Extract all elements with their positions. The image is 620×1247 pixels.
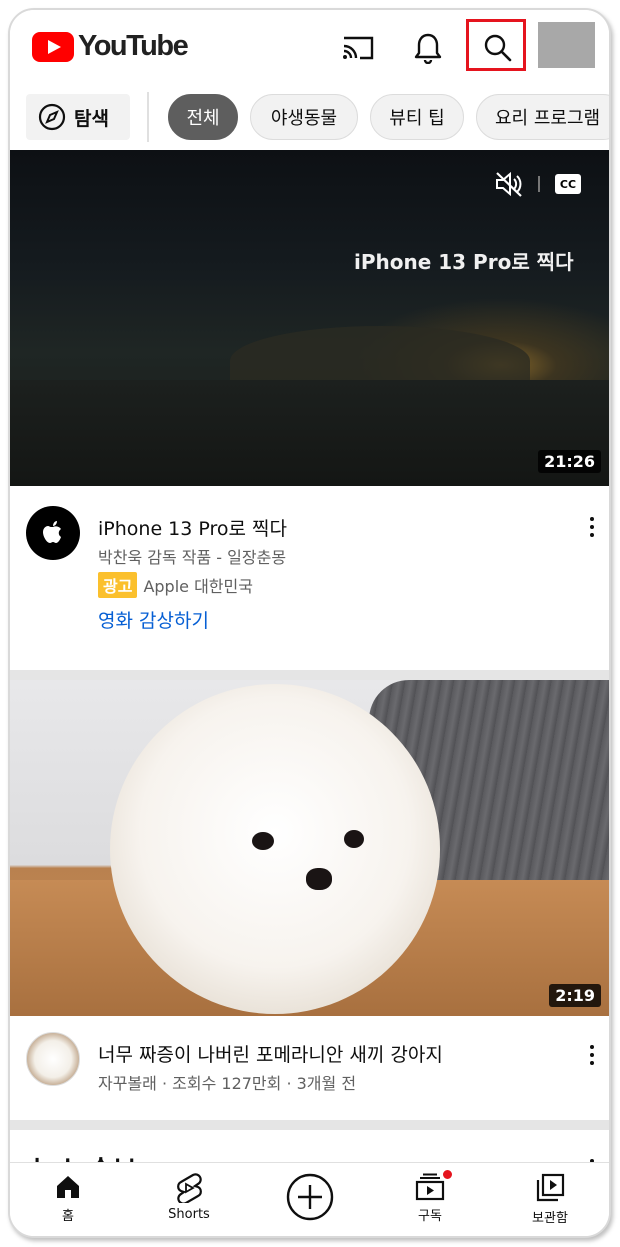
- video-title[interactable]: 너무 짜증이 나버린 포메라니안 새끼 강아지: [98, 1040, 443, 1067]
- more-options-icon[interactable]: [582, 1042, 602, 1068]
- thumbnail-overlay-title: iPhone 13 Pro로 찍다: [354, 250, 574, 274]
- account-avatar[interactable]: [538, 22, 595, 68]
- shorts-icon: [177, 1173, 202, 1203]
- subscriptions-icon: [415, 1173, 445, 1201]
- overlay-divider: [538, 176, 540, 192]
- apple-channel-avatar[interactable]: [26, 506, 80, 560]
- youtube-play-icon: [32, 31, 74, 62]
- phone-frame: YouTube 탐색 전체 야생동물 뷰티 팁 요리 프로그램 iPhone 1…: [8, 8, 611, 1238]
- video-duration: 2:19: [549, 984, 601, 1007]
- bell-icon[interactable]: [408, 28, 448, 68]
- home-icon: [57, 1176, 79, 1198]
- ad-info-line: 광고 Apple 대한민국: [98, 572, 253, 598]
- puppy-video-thumbnail[interactable]: 2:19: [10, 680, 609, 1016]
- nav-home[interactable]: 홈: [18, 1163, 118, 1236]
- ad-video-meta: iPhone 13 Pro로 찍다 박찬욱 감독 작품 - 일장춘몽 광고 App…: [10, 486, 609, 670]
- closed-captions-icon[interactable]: CC: [555, 174, 581, 194]
- puppy-eye: [252, 832, 274, 850]
- create-icon: [286, 1173, 334, 1221]
- section-divider: [10, 1120, 609, 1130]
- explore-button[interactable]: 탐색: [26, 94, 130, 140]
- ad-badge: 광고: [98, 572, 138, 598]
- apple-logo-icon: [43, 521, 61, 543]
- nav-shorts[interactable]: Shorts: [139, 1163, 239, 1236]
- nav-library-label: 보관함: [532, 1211, 568, 1226]
- video-duration: 21:26: [538, 450, 601, 473]
- video-subtitle: 박찬욱 감독 작품 - 일장춘몽: [98, 548, 287, 567]
- nav-create[interactable]: [260, 1163, 360, 1236]
- logo-text: YouTube: [78, 30, 189, 62]
- chip-divider: [147, 92, 149, 142]
- chip-wildlife[interactable]: 야생동물: [250, 94, 358, 140]
- ad-video-thumbnail[interactable]: iPhone 13 Pro로 찍다 CC 21:26: [10, 150, 609, 486]
- compass-icon: [38, 103, 66, 131]
- video-title[interactable]: iPhone 13 Pro로 찍다: [98, 514, 287, 541]
- bottom-navigation: 홈 Shorts 구독 보관함: [10, 1162, 609, 1236]
- search-icon[interactable]: [478, 28, 518, 68]
- watch-movie-link[interactable]: 영화 감상하기: [98, 606, 209, 633]
- library-icon: [536, 1173, 565, 1202]
- channel-avatar[interactable]: [26, 1032, 80, 1086]
- nav-subscriptions[interactable]: 구독: [380, 1163, 480, 1236]
- nav-home-label: 홈: [62, 1209, 74, 1224]
- chip-cooking-shows[interactable]: 요리 프로그램: [476, 94, 609, 140]
- explore-label: 탐색: [74, 107, 109, 130]
- youtube-logo[interactable]: YouTube: [32, 30, 189, 63]
- chip-all[interactable]: 전체: [168, 94, 238, 140]
- puppy-image: [110, 684, 440, 1014]
- puppy-video-meta: 너무 짜증이 나버린 포메라니안 새끼 강아지 자꾸볼래 · 조회수 127만회…: [10, 1016, 609, 1120]
- section-divider: [10, 670, 609, 680]
- nav-subscriptions-label: 구독: [418, 1209, 442, 1224]
- filter-chips-bar: 탐색 전체 야생동물 뷰티 팁 요리 프로그램: [10, 92, 609, 148]
- nav-library[interactable]: 보관함: [500, 1163, 600, 1236]
- muted-speaker-icon[interactable]: [494, 170, 524, 202]
- notification-dot: [442, 1169, 453, 1180]
- puppy-eye: [344, 830, 364, 848]
- more-options-icon[interactable]: [582, 514, 602, 540]
- thumbnail-ground: [10, 380, 609, 486]
- advertiser-name: Apple 대한민국: [143, 577, 253, 596]
- video-subtitle: 자꾸볼래 · 조회수 127만회 · 3개월 전: [98, 1074, 357, 1093]
- top-app-bar: YouTube: [10, 10, 609, 84]
- puppy-nose: [306, 868, 332, 890]
- nav-shorts-label: Shorts: [168, 1207, 210, 1222]
- cast-icon[interactable]: [338, 28, 378, 68]
- chip-beauty-tips[interactable]: 뷰티 팁: [370, 94, 464, 140]
